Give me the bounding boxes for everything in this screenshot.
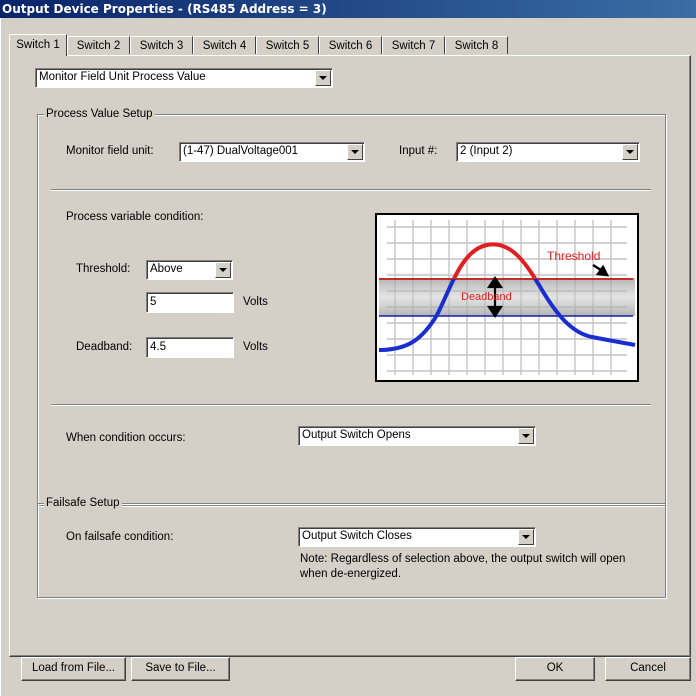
- when-condition-label: When condition occurs:: [66, 432, 186, 444]
- threshold-label: Threshold:: [76, 263, 131, 275]
- tab-switch-3[interactable]: Switch 3: [130, 36, 193, 54]
- deadband-label: Deadband:: [76, 341, 133, 353]
- deadband-value-input[interactable]: 4.5: [146, 337, 234, 358]
- threshold-mode-select[interactable]: Above: [146, 260, 233, 280]
- chevron-down-icon[interactable]: [622, 144, 638, 160]
- when-condition-select[interactable]: Output Switch Opens: [298, 426, 536, 446]
- cancel-button[interactable]: Cancel: [605, 657, 691, 681]
- dialog-body: Switch 1 Switch 2 Switch 3 Switch 4 Swit…: [0, 18, 696, 696]
- tab-switch-5[interactable]: Switch 5: [256, 36, 319, 54]
- divider: [51, 189, 651, 191]
- divider: [51, 404, 651, 406]
- monitor-field-select[interactable]: (1-47) DualVoltage001: [179, 142, 365, 162]
- threshold-pointer-icon: [592, 263, 610, 277]
- when-condition-value: Output Switch Opens: [302, 429, 411, 441]
- monitor-field-label: Monitor field unit:: [66, 145, 154, 157]
- failsafe-note: Note: Regardless of selection above, the…: [300, 553, 626, 580]
- deadband-unit: Volts: [243, 341, 268, 353]
- tab-switch-7[interactable]: Switch 7: [382, 36, 445, 54]
- chevron-down-icon[interactable]: [518, 529, 534, 545]
- threshold-value-text: 5: [150, 296, 157, 308]
- monitor-field-value: (1-47) DualVoltage001: [183, 145, 299, 157]
- mode-select[interactable]: Monitor Field Unit Process Value: [35, 68, 333, 88]
- tab-switch-2[interactable]: Switch 2: [67, 36, 130, 54]
- input-number-label: Input #:: [399, 145, 438, 157]
- failsafe-group: Failsafe Setup: [37, 496, 666, 598]
- failsafe-condition-value: Output Switch Closes: [302, 530, 412, 542]
- condition-label: Process variable condition:: [66, 211, 204, 223]
- threshold-value-input[interactable]: 5: [146, 292, 234, 313]
- failsafe-condition-select[interactable]: Output Switch Closes: [298, 527, 536, 547]
- failsafe-group-label: Failsafe Setup: [44, 496, 122, 510]
- deadband-caption: Deadband: [461, 291, 512, 303]
- threshold-diagram-svg: Threshold Deadband: [378, 220, 636, 375]
- mode-select-value: Monitor Field Unit Process Value: [39, 71, 206, 83]
- process-value-group-label: Process Value Setup: [44, 107, 155, 121]
- input-number-value: 2 (Input 2): [460, 145, 513, 157]
- ok-button[interactable]: OK: [515, 657, 595, 681]
- window-title: Output Device Properties - (RS485 Addres…: [0, 0, 696, 18]
- chevron-down-icon[interactable]: [315, 70, 331, 86]
- load-from-file-button[interactable]: Load from File...: [21, 657, 126, 681]
- threshold-caption: Threshold: [547, 249, 600, 263]
- tab-switch-1[interactable]: Switch 1: [9, 34, 67, 56]
- tab-switch-8[interactable]: Switch 8: [445, 36, 508, 54]
- input-number-select[interactable]: 2 (Input 2): [456, 142, 640, 162]
- threshold-mode-value: Above: [150, 263, 183, 275]
- chevron-down-icon[interactable]: [215, 262, 231, 278]
- tab-switch-4[interactable]: Switch 4: [193, 36, 256, 54]
- tab-switch-6[interactable]: Switch 6: [319, 36, 382, 54]
- failsafe-condition-label: On failsafe condition:: [66, 531, 174, 543]
- threshold-diagram: Threshold Deadband: [375, 213, 639, 382]
- chevron-down-icon[interactable]: [518, 428, 534, 444]
- threshold-unit: Volts: [243, 296, 268, 308]
- save-to-file-button[interactable]: Save to File...: [131, 657, 230, 681]
- deadband-value-text: 4.5: [150, 341, 166, 353]
- chevron-down-icon[interactable]: [347, 144, 363, 160]
